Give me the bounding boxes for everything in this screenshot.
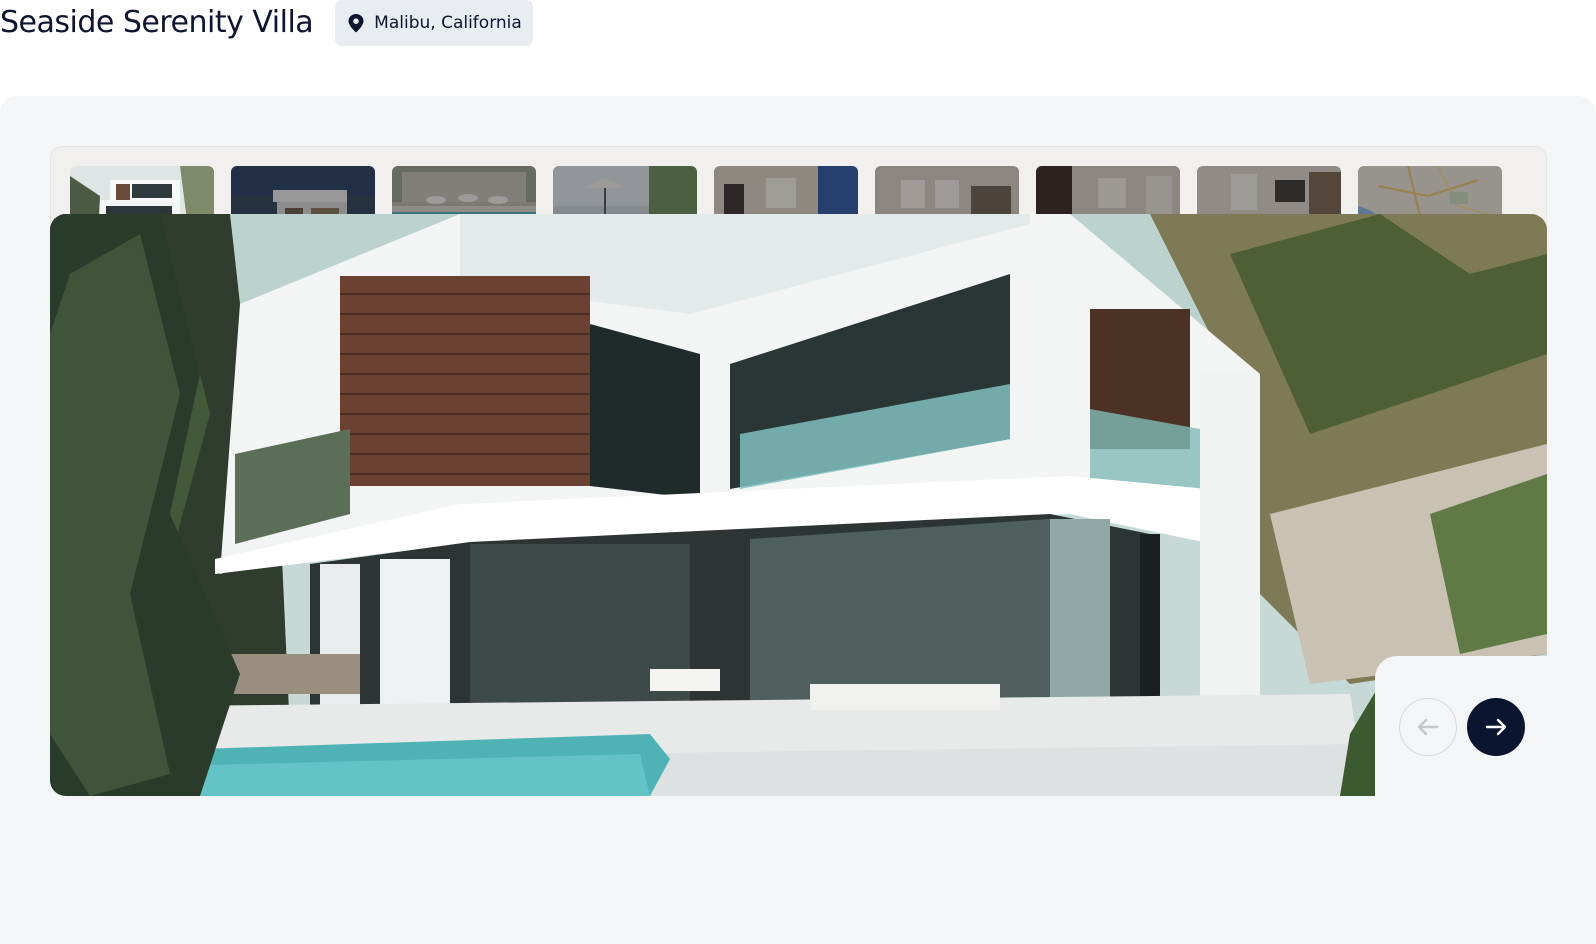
listing-title: Seaside Serenity Villa (0, 5, 314, 40)
location-badge: Malibu, California (335, 0, 533, 46)
arrow-left-icon (1417, 718, 1439, 736)
next-image-button[interactable] (1467, 698, 1525, 756)
listing-header: Seaside Serenity Villa Malibu, Californi… (0, 0, 533, 46)
map-pin-icon (348, 14, 364, 33)
arrow-right-icon (1485, 718, 1507, 736)
previous-image-button[interactable] (1399, 698, 1457, 756)
main-gallery-image (50, 214, 1547, 796)
location-text: Malibu, California (374, 13, 522, 33)
